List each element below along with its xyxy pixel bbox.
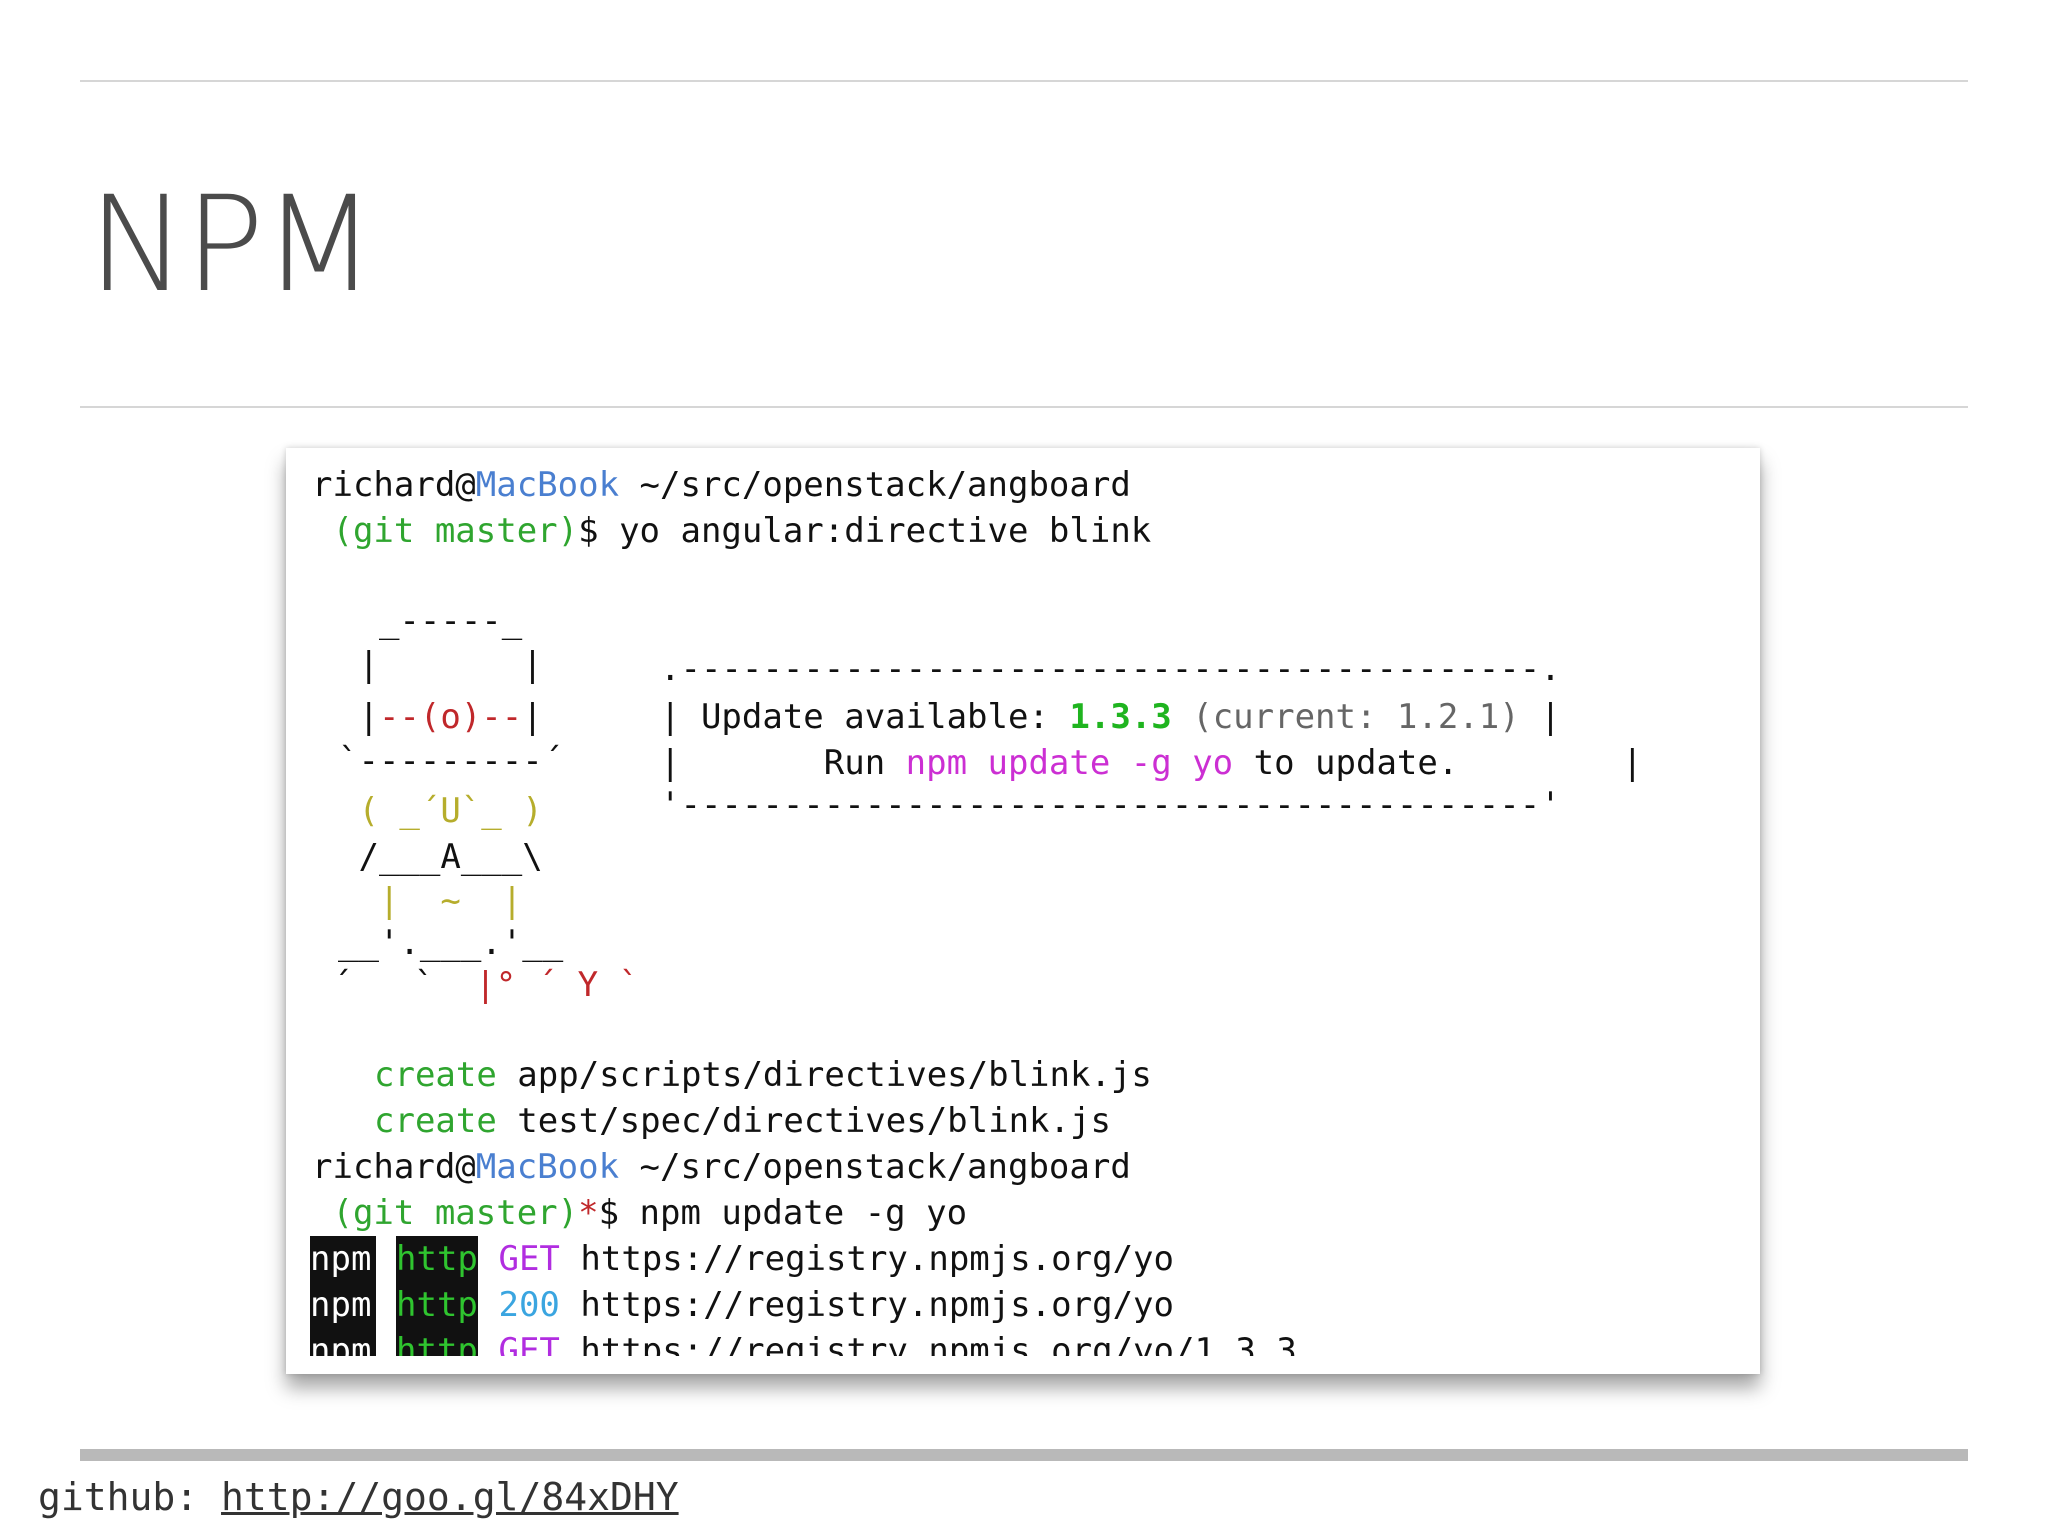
footer-divider [80,1449,1968,1461]
art-line-6: /___A___\ [338,837,543,877]
http-tag: http [396,1236,478,1282]
art-line-9: ´ ` |° ´ Y ` [332,962,639,1008]
title-divider [80,406,1968,408]
http-tag: http [396,1328,478,1356]
new-version: 1.3.3 [1069,697,1172,737]
update-command: npm update -g yo [905,743,1234,783]
request-url: https://registry.npmjs.org/yo [559,1285,1174,1325]
art-hat-eye: --(o)-- [378,697,523,737]
art-line-5: ( _´U`_ ) [338,791,543,831]
current-version: (current: 1.2.1) [1171,697,1520,737]
art-feet-left: ´ ` [332,965,476,1005]
art-line-2: | | [338,645,543,685]
command-line-2: (git master)*$ npm update -g yo [312,1190,967,1236]
update-box-bottom: '---------------------------------------… [660,785,1561,825]
prompt-host: MacBook [475,465,620,505]
update-label: | Update available: [660,697,1070,737]
terminal-screenshot: richard@MacBook ~/src/openstack/angboard… [286,448,1760,1374]
create-line-2: create test/spec/directives/blink.js [374,1098,1111,1144]
created-file: app/scripts/directives/blink.js [496,1055,1152,1095]
art-line-8: __'.___.'__ [338,923,564,963]
http-method: GET [498,1239,560,1279]
to-update-label: to update. | [1233,743,1643,783]
update-box-edge: | [1519,697,1561,737]
git-dirty-marker: * [578,1193,599,1233]
npm-tag: npm [310,1328,376,1356]
http-method: GET [498,1331,560,1356]
request-url: https://registry.npmjs.org/yo/1.3.3 [559,1331,1297,1356]
github-link[interactable]: http://goo.gl/84xDHY [221,1475,679,1519]
command-text: npm update -g yo [639,1193,968,1233]
art-line-1: _-----_ [338,601,523,641]
log-line-3: npm http GET https://registry.npmjs.org/y… [310,1328,1297,1356]
create-verb: create [374,1055,497,1095]
prompt-path: ~/src/openstack/angboard [619,1147,1131,1187]
prompt-user: richard@ [312,465,476,505]
art-line-4: `---------´ [338,741,564,781]
footer-source: github: http://goo.gl/84xDHY [38,1472,679,1522]
prompt-host: MacBook [475,1147,620,1187]
create-verb: create [374,1101,497,1141]
log-line-2: npm http 200 https://registry.npmjs.org/y… [310,1282,1174,1328]
art-feet-right: |° ´ Y ` [475,965,640,1005]
prompt-line-2: richard@MacBook ~/src/openstack/angboard [312,1144,1131,1190]
git-branch: (git master) [312,1193,579,1233]
request-url: https://registry.npmjs.org/yo [559,1239,1174,1279]
art-hat-right: | [522,697,543,737]
terminal-output: richard@MacBook ~/src/openstack/angboard… [286,448,1760,1356]
prompt-user: richard@ [312,1147,476,1187]
update-box-line-2: | Run npm update -g yo to update. | [660,740,1643,786]
art-line-3: |--(o)--| [338,694,543,740]
npm-tag: npm [310,1282,376,1328]
create-line-1: create app/scripts/directives/blink.js [374,1052,1152,1098]
footer-label: github: [38,1475,222,1519]
command-text: yo angular:directive blink [619,511,1152,551]
update-box-line-1: | Update available: 1.3.3 (current: 1.2.… [660,694,1561,740]
git-branch: (git master) [312,511,579,551]
prompt-path: ~/src/openstack/angboard [619,465,1131,505]
command-line-1: (git master)$ yo angular:directive blink [312,508,1151,554]
update-box-top: .---------------------------------------… [660,649,1561,689]
top-divider [80,80,1968,82]
prompt-dollar: $ [578,511,620,551]
art-line-7: | ~ | [338,881,523,921]
run-label: | Run [660,743,906,783]
log-line-1: npm http GET https://registry.npmjs.org/y… [310,1236,1174,1282]
http-status: 200 [498,1285,560,1325]
prompt-line-1: richard@MacBook ~/src/openstack/angboard [312,462,1131,508]
created-file: test/spec/directives/blink.js [496,1101,1111,1141]
prompt-dollar: $ [598,1193,640,1233]
art-hat-left: | [338,697,379,737]
http-tag: http [396,1282,478,1328]
npm-tag: npm [310,1236,376,1282]
slide-title: NPM [88,168,376,322]
